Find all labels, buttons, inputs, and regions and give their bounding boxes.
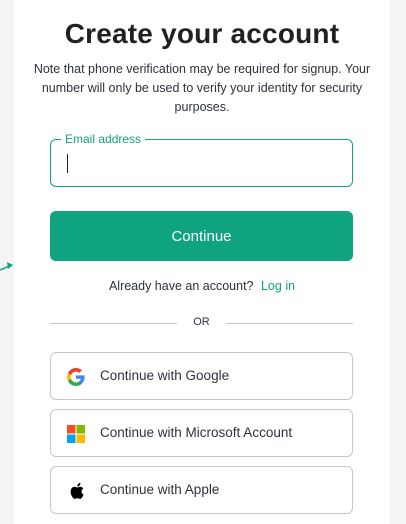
apple-icon [70,482,84,499]
google-button-label: Continue with Google [100,368,230,383]
email-field-label: Email address [61,131,146,147]
microsoft-icon [67,425,85,443]
login-prompt: Already have an account? [108,279,254,293]
page-subtitle: Note that phone verification may be requ… [33,62,371,114]
login-link[interactable]: Log in [261,279,295,293]
microsoft-button-label: Continue with Microsoft Account [100,425,293,440]
continue-with-google-button[interactable]: Continue with Google [50,352,353,400]
divider-line-right [226,323,353,324]
divider-label: OR [193,316,210,328]
or-divider: OR [50,315,353,331]
continue-with-apple-button[interactable]: Continue with Apple [50,466,353,514]
login-row: Already have an account? Log in [14,279,390,293]
signup-panel: Create your account Note that phone veri… [14,0,390,524]
email-field[interactable]: Email address [50,131,353,187]
apple-button-label: Continue with Apple [100,482,220,497]
pointer-arrow-icon [0,262,13,271]
google-icon [67,368,85,386]
email-input[interactable] [65,152,335,174]
page-title: Create your account [64,18,340,49]
text-cursor [67,154,68,173]
continue-button[interactable]: Continue [50,211,353,261]
continue-with-microsoft-button[interactable]: Continue with Microsoft Account [50,409,353,457]
